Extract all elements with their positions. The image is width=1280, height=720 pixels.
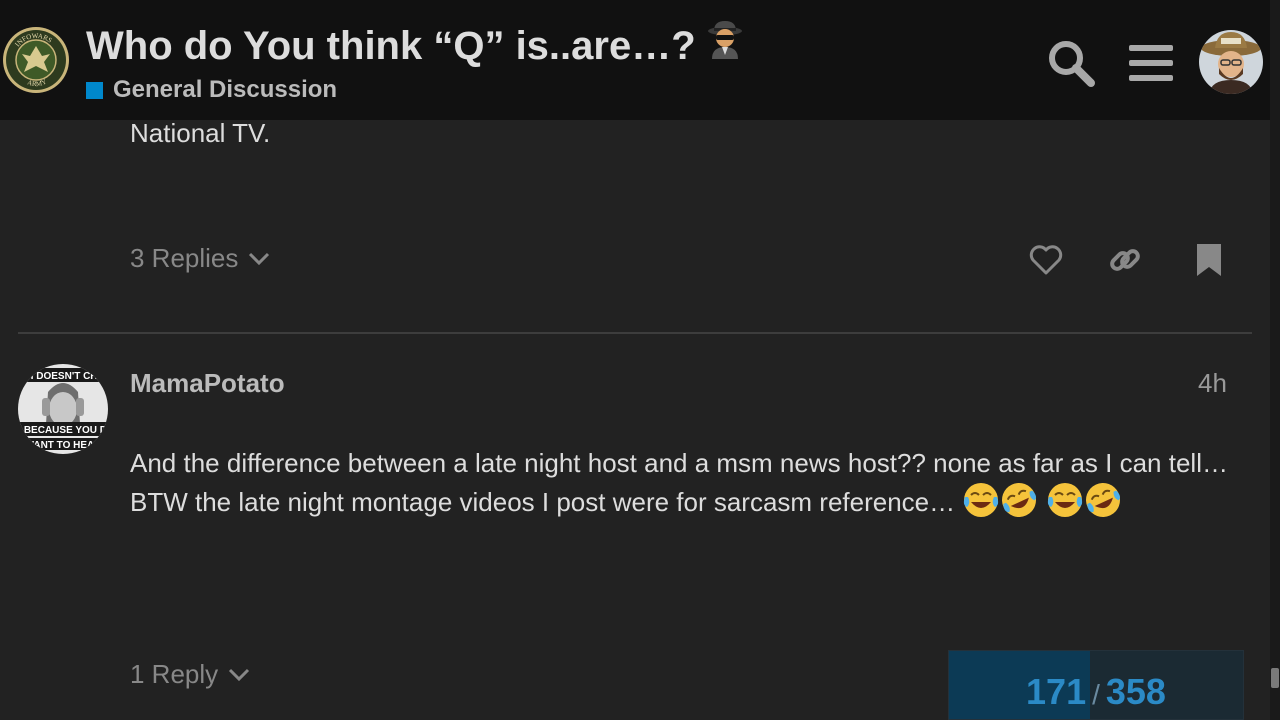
bookmark-button[interactable] [1189, 240, 1229, 280]
chevron-down-icon [229, 668, 250, 681]
search-icon [1049, 41, 1095, 87]
heart-icon [1029, 245, 1063, 275]
search-button[interactable] [1044, 36, 1098, 90]
rofl-emoji [1084, 481, 1122, 519]
joy-emoji [1046, 481, 1084, 519]
previous-post-replies-toggle[interactable]: 3 Replies [130, 243, 270, 274]
topic-title[interactable]: Who do You think “Q” is..are…? [86, 21, 744, 69]
category-name: General Discussion [113, 76, 338, 103]
post-date[interactable]: 4h [1198, 368, 1227, 399]
avatar-caption-bottom: WANT TO HEAR [24, 440, 102, 451]
avatar-caption-top: TRUTH DOESN'T CHANGE [18, 371, 108, 382]
category-color-square [86, 81, 103, 99]
replies-label: 3 Replies [130, 243, 239, 273]
hamburger-menu-icon [1129, 45, 1173, 81]
detective-icon [706, 19, 744, 69]
previous-post-text: National TV. [130, 118, 271, 148]
topic-header: INFOWARS ARMY Who do You think “Q” is..a… [0, 0, 1270, 120]
post-replies-toggle[interactable]: 1 Reply [130, 659, 250, 690]
topic-title-text: Who do You think “Q” is..are…? [86, 24, 696, 68]
category-badge[interactable]: General Discussion [86, 76, 337, 104]
replies-label: 1 Reply [130, 659, 219, 689]
post-divider [18, 332, 1252, 334]
rofl-emoji [1000, 481, 1038, 519]
post-username[interactable]: MamaPotato [130, 368, 285, 399]
link-icon [1110, 249, 1140, 271]
progress-text: 171/358 [949, 671, 1243, 713]
progress-total: 358 [1105, 671, 1166, 712]
bookmark-icon [1197, 244, 1221, 276]
topic-progress[interactable]: 171/358 [948, 650, 1244, 720]
progress-separator: / [1092, 679, 1100, 710]
hamburger-menu-button[interactable] [1124, 36, 1178, 90]
joy-emoji [962, 481, 1000, 519]
like-button[interactable] [1026, 240, 1066, 280]
page-scrollbar[interactable] [1270, 0, 1280, 720]
post-author-avatar[interactable]: TRUTH DOESN'T CHANGE JUST BECAUSE YOU DO… [18, 364, 108, 454]
post-body: And the difference between a late night … [130, 444, 1235, 522]
chevron-down-icon [249, 252, 270, 265]
current-user-avatar[interactable] [1199, 30, 1263, 94]
site-logo[interactable]: INFOWARS ARMY [2, 26, 70, 94]
avatar-caption-middle: JUST BECAUSE YOU DON'T [18, 425, 108, 436]
progress-current: 171 [1026, 671, 1087, 712]
scrollbar-thumb[interactable] [1271, 668, 1279, 688]
share-link-button[interactable] [1105, 240, 1145, 280]
